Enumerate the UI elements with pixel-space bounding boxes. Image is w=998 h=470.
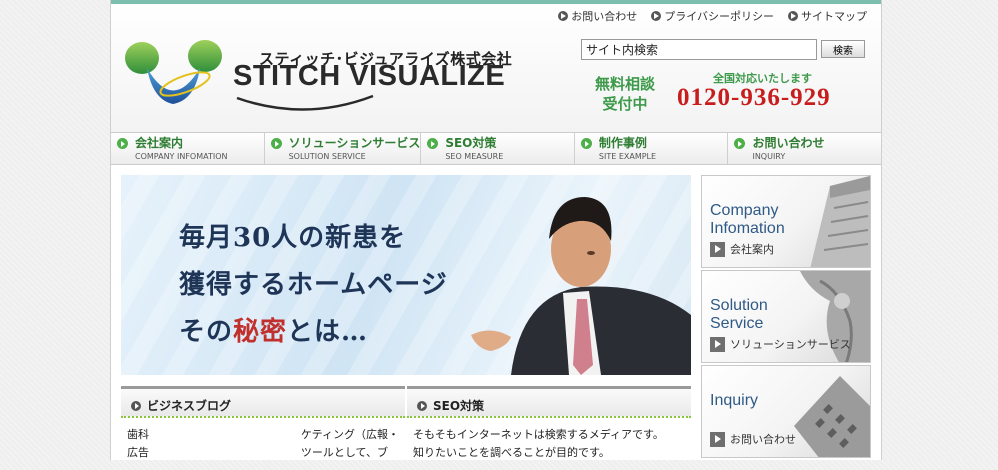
header: お問い合わせ プライバシーポリシー サイトマップ スティッチ･ビジュアライズ株式… [111, 4, 881, 132]
nav-label-ja: お問い合わせ [752, 136, 825, 150]
utility-link-sitemap[interactable]: サイトマップ [788, 8, 867, 24]
consult-line2: 受付中 [602, 95, 648, 113]
arrow-right-icon [710, 336, 725, 352]
sidebar-banner-link: お問い合わせ [710, 431, 796, 447]
seo-section: SEO対策 そもそもインターネットは検索するメディアです。 知りたいことを調べる… [407, 386, 691, 466]
utility-link-label: お問い合わせ [571, 10, 638, 23]
blog-section-body: 歯科 広告 ケティング（広報・ ツールとして、ブ [121, 418, 405, 470]
nav-label-ja: SEO対策 [445, 136, 497, 150]
blog-section-title: ビジネスブログ [147, 399, 232, 413]
nav-label-en: SITE EXAMPLE [598, 152, 657, 161]
utility-link-label: プライバシーポリシー [664, 10, 774, 23]
blog-section-header[interactable]: ビジネスブログ [121, 386, 405, 418]
global-nav: 会社案内 COMPANY INFOMATION ソリューションサービス SOLU… [111, 132, 881, 165]
nav-label-en: SOLUTION SERVICE [288, 152, 366, 161]
arrow-circle-icon [558, 11, 569, 21]
site-search: 検索 [581, 39, 865, 60]
company-name-en[interactable]: STITCH VISUALIZE [233, 60, 505, 93]
blog-col-left: 歯科 広告 [127, 426, 149, 462]
utility-nav: お問い合わせ プライバシーポリシー サイトマップ [558, 8, 867, 24]
nav-label-en: COMPANY INFOMATION [135, 152, 228, 161]
sidebar-banner-label: 会社案内 [730, 243, 774, 256]
blog-section: ビジネスブログ 歯科 広告 ケティング（広報・ ツールとして、ブ [121, 386, 405, 466]
arrow-circle-icon [788, 11, 798, 21]
blog-col-right: ケティング（広報・ ツールとして、ブ [301, 426, 399, 462]
seo-text-line: そもそもインターネットは検索するメディアです。 [413, 428, 664, 441]
sidebar-banner-company[interactable]: Company Infomation 会社案内 [701, 175, 871, 268]
sidebar-banner-link: 会社案内 [710, 241, 774, 257]
sidebar-banner-inquiry[interactable]: Inquiry お問い合わせ [701, 365, 871, 458]
nav-label-en: SEO MEASURE [445, 152, 504, 161]
blog-text-line: 歯科 [127, 428, 149, 441]
consult-line1: 無料相談 [595, 75, 656, 93]
nav-label-ja: 会社案内 [135, 136, 184, 150]
building-photo [810, 176, 870, 267]
hero-line2: 獲得するホームページ [179, 270, 448, 300]
hero-line3-prefix: その [179, 317, 234, 347]
hero-banner[interactable]: 毎月30人の新患を 獲得するホームページ その秘密とは… [121, 175, 691, 375]
arrow-circle-icon [417, 401, 427, 411]
blog-text-line: ケティング（広報・ [300, 428, 399, 441]
free-consult-badge: 無料相談 受付中 [595, 74, 655, 114]
logo-icon[interactable] [125, 38, 225, 108]
phone-number[interactable]: 0120-936-929 [677, 84, 831, 112]
sidebar-banner-title: Solution Service [710, 297, 768, 332]
search-button[interactable]: 検索 [821, 40, 865, 58]
seo-text-line: 知りたいことを調べることが目的です。 [413, 446, 610, 459]
arrow-circle-icon [651, 11, 662, 21]
sidebar-banner-label: お問い合わせ [730, 433, 796, 446]
search-input[interactable] [581, 39, 817, 60]
arrow-right-icon [580, 138, 592, 149]
hero-headline: 毎月30人の新患を 獲得するホームページ その秘密とは… [179, 215, 448, 356]
seo-section-title: SEO対策 [433, 399, 485, 413]
utility-link-privacy[interactable]: プライバシーポリシー [651, 8, 774, 24]
utility-link-contact[interactable]: お問い合わせ [558, 8, 637, 24]
nav-item-solution[interactable]: ソリューションサービス SOLUTION SERVICE [265, 133, 422, 164]
nav-label-en: INQUIRY [752, 152, 786, 161]
hero-line1: 毎月30人の新患を [179, 223, 407, 253]
sidebar-banners: Company Infomation 会社案内 Solution Service… [701, 175, 871, 460]
arrow-right-icon [710, 431, 725, 447]
utility-link-label: サイトマップ [801, 10, 867, 23]
arrow-circle-icon [131, 401, 141, 411]
logo-swoosh-icon [236, 94, 374, 111]
arrow-right-icon [710, 241, 725, 257]
nav-item-examples[interactable]: 制作事例 SITE EXAMPLE [575, 133, 729, 164]
seo-section-body: そもそもインターネットは検索するメディアです。 知りたいことを調べることが目的で… [407, 418, 691, 470]
sidebar-banner-link: ソリューションサービス [710, 336, 851, 352]
nav-label-ja: ソリューションサービス [288, 136, 421, 150]
nav-item-company[interactable]: 会社案内 COMPANY INFOMATION [111, 133, 265, 164]
sidebar-banner-label: ソリューションサービス [730, 338, 851, 351]
nav-item-inquiry[interactable]: お問い合わせ INQUIRY [728, 133, 881, 164]
blog-text-line: 広告 [127, 446, 149, 459]
arrow-right-icon [117, 138, 128, 149]
sidebar-banner-solution[interactable]: Solution Service ソリューションサービス [701, 270, 871, 363]
arrow-right-icon [270, 138, 282, 149]
seo-section-header[interactable]: SEO対策 [407, 386, 691, 418]
sidebar-banner-title: Company Infomation [710, 202, 785, 237]
hero-line3-suffix: とは… [287, 317, 369, 347]
page-container: お問い合わせ プライバシーポリシー サイトマップ スティッチ･ビジュアライズ株式… [110, 0, 882, 460]
nav-item-seo[interactable]: SEO対策 SEO MEASURE [421, 133, 575, 164]
hero-line3-highlight: 秘密 [233, 317, 288, 347]
nav-label-ja: 制作事例 [598, 136, 647, 150]
sidebar-banner-title: Inquiry [710, 392, 759, 409]
businessman-photo [471, 197, 691, 375]
blog-text-line: ツールとして、ブ [300, 446, 388, 459]
hero-line3: その秘密とは… [179, 309, 448, 356]
